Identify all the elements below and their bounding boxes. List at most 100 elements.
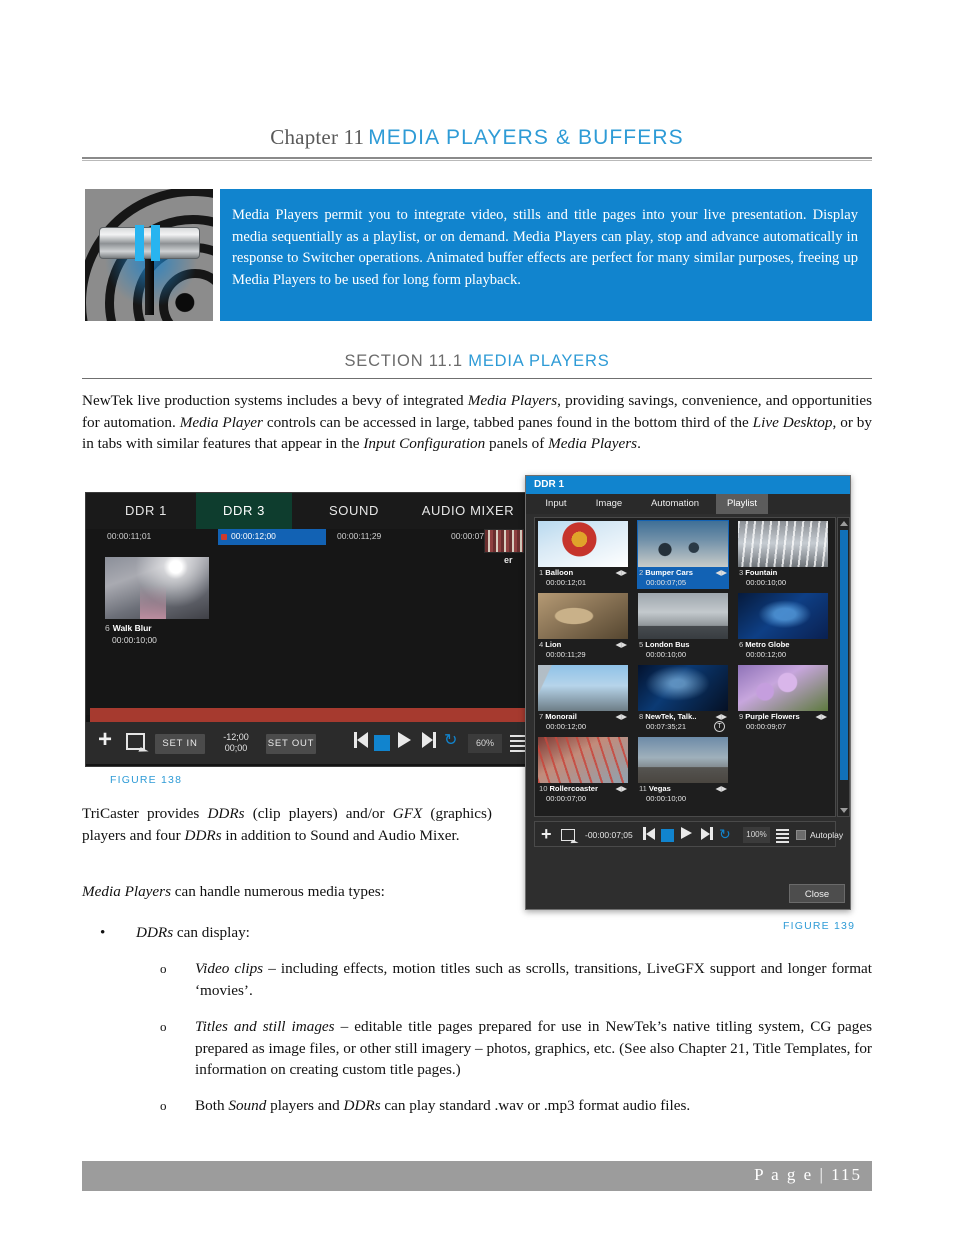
playlist-item[interactable]: 9 Purple Flowers ◀▶ 00:00:09;07 xyxy=(737,664,829,733)
intro-callout-box: Media Players permit you to integrate vi… xyxy=(220,189,872,321)
scrollbar-thumb[interactable] xyxy=(840,530,848,780)
clip-timecode-1: 00:00:11;01 xyxy=(107,531,152,541)
audio-indicator-icon[interactable]: ◀▶ xyxy=(715,784,727,793)
scroll-down-arrow-icon[interactable] xyxy=(840,808,848,813)
playlist-item-number: 1 xyxy=(539,568,544,577)
playlist-item-number: 5 xyxy=(639,640,644,649)
audio-indicator-icon[interactable]: ◀▶ xyxy=(615,784,627,793)
playlist-item-thumbnail xyxy=(538,593,628,639)
clip-thumbnail-walk-blur[interactable] xyxy=(105,557,209,619)
playlist-item-number: 4 xyxy=(539,640,544,649)
playlist-item-thumbnail xyxy=(638,593,728,639)
playlist-item-name: Fountain xyxy=(745,568,778,577)
playlist-item[interactable]: 8 NewTek, Talk.. ◀▶ 00:07:35;21 T xyxy=(637,664,729,733)
ddr-scrub-bar[interactable] xyxy=(90,708,532,722)
section-title: MEDIA PLAYERS xyxy=(468,352,610,370)
playlist-item[interactable]: 7 Monorail ◀▶ 00:00:12;00 xyxy=(537,664,629,733)
select-cursor-icon-panel[interactable] xyxy=(561,829,575,841)
add-media-icon-panel[interactable]: + xyxy=(541,825,552,843)
title-badge-icon[interactable]: T xyxy=(714,721,725,732)
timecode-line-2: 00;00 xyxy=(224,743,248,753)
tab-image[interactable]: Image xyxy=(584,494,634,514)
playlist-item-label: 5 London Bus xyxy=(639,640,729,649)
playlist-item-timecode: 00:00:11;29 xyxy=(546,650,586,659)
audio-indicator-icon[interactable]: ◀▶ xyxy=(615,568,627,577)
panel-title-ddr1: DDR 1 xyxy=(526,476,850,494)
set-out-button[interactable]: SET OUT xyxy=(266,734,316,754)
list-view-icon-panel[interactable] xyxy=(776,829,789,843)
sub3-em1: Sound xyxy=(228,1097,267,1114)
partial-clip-label: er xyxy=(504,555,513,565)
para1-seg1: NewTek live production systems includes … xyxy=(82,392,468,409)
audio-indicator-icon[interactable]: ◀▶ xyxy=(715,712,727,721)
stop-icon-panel[interactable] xyxy=(661,829,674,842)
playlist-item[interactable]: 6 Metro Globe 00:00:12;00 xyxy=(737,592,829,661)
audio-indicator-icon[interactable]: ◀▶ xyxy=(615,712,627,721)
playlist-item-number: 7 xyxy=(539,712,544,721)
audio-indicator-icon[interactable]: ◀▶ xyxy=(615,640,627,649)
loop-icon[interactable]: ↻ xyxy=(444,732,457,750)
select-cursor-icon[interactable] xyxy=(126,733,145,750)
previous-icon-panel[interactable] xyxy=(643,827,655,840)
sub-bullet-text-1: Video clips – including effects, motion … xyxy=(195,958,872,1001)
partial-clip-thumbnail xyxy=(484,529,524,553)
section-divider xyxy=(82,378,872,379)
add-media-icon[interactable]: + xyxy=(98,728,118,752)
bullet-seg1: can display: xyxy=(173,924,250,941)
playlist-scrollbar[interactable] xyxy=(837,517,850,817)
sub3-seg3: can play standard .wav or .mp3 format au… xyxy=(380,1097,691,1114)
audio-indicator-icon[interactable]: ◀▶ xyxy=(715,568,727,577)
loop-icon-panel[interactable]: ↻ xyxy=(719,827,731,842)
tab-automation[interactable]: Automation xyxy=(638,494,712,514)
play-icon-panel[interactable] xyxy=(681,827,692,839)
playlist-item-timecode: 00:00:07;00 xyxy=(546,794,587,803)
set-in-button[interactable]: SET IN xyxy=(155,734,205,754)
sub-bullet-text-2: Titles and still images – editable title… xyxy=(195,1016,872,1081)
next-triangle-panel xyxy=(701,827,710,840)
speed-percent-field[interactable]: 60% xyxy=(468,734,502,753)
playlist-item[interactable]: 10 Rollercoaster ◀▶ 00:00:07;00 xyxy=(537,736,629,805)
autoplay-checkbox[interactable] xyxy=(796,830,806,840)
sub2-em1: Titles and still images xyxy=(195,1018,335,1035)
para1-em2: Media Player xyxy=(179,413,263,431)
chapter-heading: Chapter 11 MEDIA PLAYERS & BUFFERS xyxy=(82,125,872,150)
playlist-item[interactable]: 5 London Bus 00:00:10;00 xyxy=(637,592,729,661)
clip-timecode-2-selected[interactable]: 00:00:12;00 xyxy=(218,529,326,545)
tab-input[interactable]: Input xyxy=(534,494,578,514)
audio-indicator-icon[interactable]: ◀▶ xyxy=(815,712,827,721)
next-icon[interactable] xyxy=(422,732,436,748)
playlist-item-timecode: 00:00:12;00 xyxy=(546,722,587,731)
play-icon[interactable] xyxy=(398,732,411,748)
speed-percent-field-panel[interactable]: 100% xyxy=(743,827,770,843)
section-label: SECTION 11.1 xyxy=(344,352,463,370)
tab-ddr-3[interactable]: DDR 3 xyxy=(196,493,292,529)
list-view-icon[interactable] xyxy=(510,735,526,752)
playlist-item-name: Metro Globe xyxy=(745,640,790,649)
next-icon-panel[interactable] xyxy=(701,827,713,840)
in-out-timecode-display: -12;00 00;00 xyxy=(210,732,262,754)
playlist-item[interactable]: 3 Fountain 00:00:10;00 xyxy=(737,520,829,589)
sub1-seg1: – including effects, motion titles such … xyxy=(195,960,872,999)
para1-em3: Live Desktop xyxy=(752,413,833,431)
tab-playlist[interactable]: Playlist xyxy=(716,494,768,514)
playlist-item[interactable]: 4 Lion ◀▶ 00:00:11;29 xyxy=(537,592,629,661)
stop-icon[interactable] xyxy=(374,735,390,751)
sub-bullet-video-clips: o Video clips – including effects, motio… xyxy=(160,958,872,1001)
chapter-label: Chapter 11 xyxy=(270,125,365,149)
scroll-up-arrow-icon[interactable] xyxy=(840,521,848,526)
tab-sound[interactable]: SOUND xyxy=(310,493,398,529)
heading-divider xyxy=(82,157,872,161)
playlist-item[interactable]: 11 Vegas ◀▶ 00:00:10;00 xyxy=(637,736,729,805)
clip-duration-walk-blur: 00:00:10;00 xyxy=(112,635,157,645)
previous-icon[interactable] xyxy=(354,732,368,748)
playlist-item-timecode: 00:00:09;07 xyxy=(746,722,787,731)
tab-ddr-1[interactable]: DDR 1 xyxy=(100,493,192,529)
playlist-item-number: 3 xyxy=(739,568,744,577)
playlist-timecode-display: -00:00:07;05 xyxy=(585,830,633,840)
sub3-seg2: players and xyxy=(266,1097,344,1114)
tab-audio-mixer[interactable]: AUDIO MIXER xyxy=(406,493,530,529)
playlist-item[interactable]: 1 Balloon ◀▶ 00:00:12;01 xyxy=(537,520,629,589)
playlist-item[interactable]: 2 Bumper Cars ◀▶ 00:00:07;05 xyxy=(637,520,729,589)
playlist-item-name: Rollercoaster xyxy=(549,784,598,793)
close-button[interactable]: Close xyxy=(789,884,845,903)
